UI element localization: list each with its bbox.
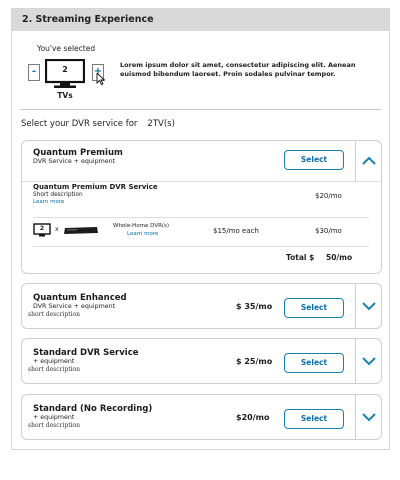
card-description: short description [28,311,81,318]
section-title: 2. Streaming Experience [12,9,389,31]
dvr-prompt-tvs: 2TV(s) [147,119,175,129]
card-subtitle: DVR Service + equipment [33,158,116,165]
equipment-learn-more-link[interactable]: Learn more [127,231,158,237]
card-title: Standard DVR Service [33,348,139,358]
card-subtitle: + equipment [33,358,75,365]
expand-toggle[interactable] [355,339,381,383]
equipment-count: 2 [39,225,45,232]
chevron-down-icon [362,302,376,311]
equipment-price: $30/mo [315,227,342,235]
detail-short-desc: Short description [33,192,83,198]
card-price: $ 25/mo [236,357,273,366]
card-price: $ 35/mo [236,302,273,311]
dvr-option-card-standard-dvr: Standard DVR Service + equipment short d… [21,338,382,384]
equipment-name: Whole-Home DVR(s) [113,223,170,229]
tv-count-value: 2 [62,65,68,74]
select-button[interactable]: Select [284,150,344,170]
dvr-option-card-quantum-premium: Quantum Premium DVR Service + equipment … [21,140,382,274]
divider [20,109,381,110]
detail-price: $20/mo [315,192,342,200]
card-description: short description [28,422,81,429]
tv-description: Lorem ipsum dolor sit amet, consectetur … [120,61,356,78]
dvr-prompt-text: Select your DVR service for [21,119,138,129]
tv-unit-label: TVs [57,91,73,100]
card-title: Standard (No Recording) [33,404,153,414]
selected-label: You've selected [37,44,96,53]
total-value: 50/mo [326,253,353,262]
card-description: short description [28,366,81,373]
card-subtitle: DVR Service + equipment [33,303,116,310]
divider [33,246,369,247]
chevron-down-icon [362,357,376,366]
expand-toggle[interactable] [355,284,381,328]
card-subtitle: + equipment [33,414,75,421]
divider [33,217,369,218]
streaming-experience-panel: 2. Streaming Experience You've selected … [11,8,390,450]
dvr-option-card-standard-no-recording: Standard (No Recording) + equipment shor… [21,394,382,440]
dvr-option-card-quantum-enhanced: Quantum Enhanced DVR Service + equipment… [21,283,382,329]
card-title: Quantum Enhanced [33,293,127,303]
card-price: $20/mo [236,413,270,422]
learn-more-link[interactable]: Learn more [33,199,64,205]
chevron-up-icon [362,156,376,165]
dvr-box-icon [64,227,98,234]
total-label: Total $ [286,253,315,262]
collapse-toggle[interactable] [355,141,381,181]
decrement-tv-button[interactable]: - [28,64,40,81]
chevron-down-icon [362,413,376,422]
divider [22,181,381,182]
equipment-each-price: $15/mo each [213,227,259,235]
select-button[interactable]: Select [284,298,344,318]
select-button[interactable]: Select [284,409,344,429]
cursor-icon [96,73,105,85]
detail-name: Quantum Premium DVR Service [33,183,158,191]
dvr-prompt: Select your DVR service for 2TV(s) [21,119,175,129]
expand-toggle[interactable] [355,395,381,439]
card-title: Quantum Premium [33,148,123,158]
select-button[interactable]: Select [284,353,344,373]
multiply-sign: x [55,226,59,233]
